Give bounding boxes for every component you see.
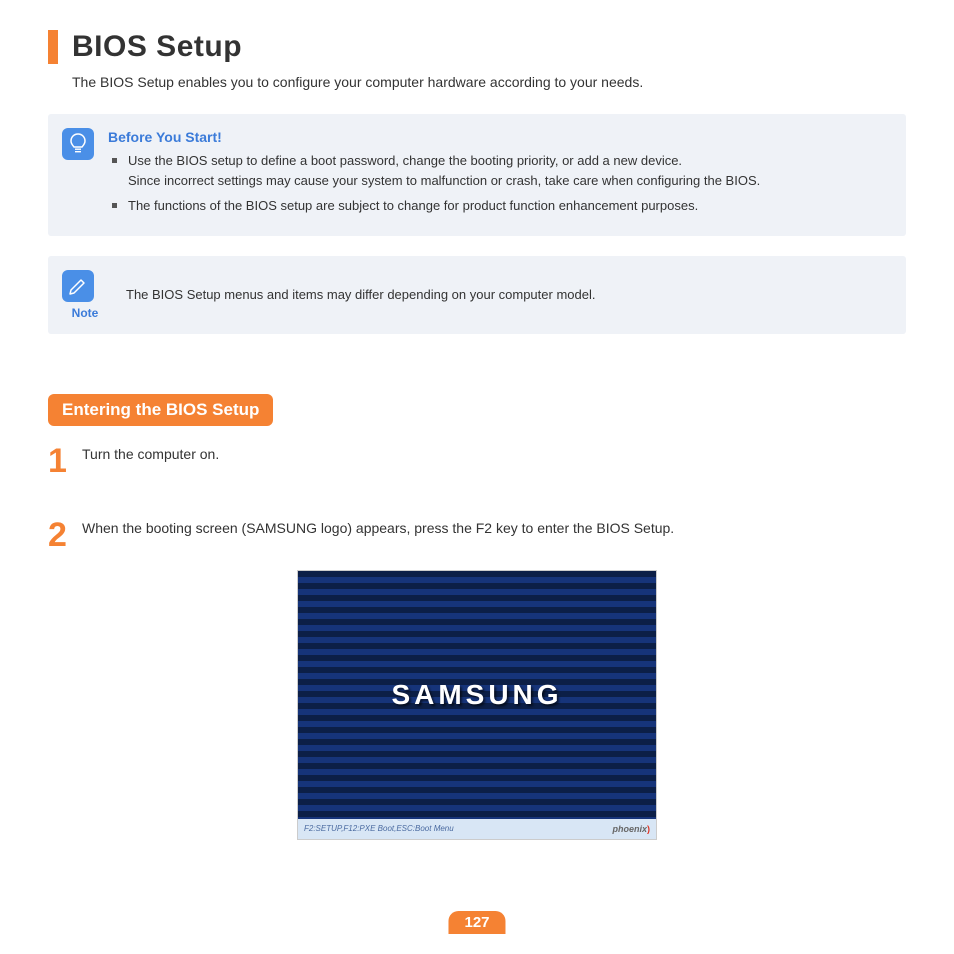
step-text: Turn the computer on. <box>82 444 219 462</box>
note-icon-column: Note <box>62 270 108 320</box>
title-accent-bar <box>48 30 58 64</box>
step-1: 1 Turn the computer on. <box>48 444 906 478</box>
step-number: 2 <box>48 518 80 552</box>
boot-screen-footer: F2:SETUP,F12:PXE Boot,ESC:Boot Menu phoe… <box>298 819 656 839</box>
before-you-start-heading: Before You Start! <box>108 129 888 145</box>
title-row: BIOS Setup <box>48 30 906 64</box>
page-title: BIOS Setup <box>72 30 242 64</box>
step-text: When the booting screen (SAMSUNG logo) a… <box>82 518 674 536</box>
phoenix-logo: phoenix) <box>612 824 650 834</box>
before-you-start-body: Before You Start! Use the BIOS setup to … <box>108 128 888 222</box>
boot-screen-main: SAMSUNG <box>298 571 656 819</box>
before-you-start-callout: Before You Start! Use the BIOS setup to … <box>48 114 906 236</box>
lightbulb-icon <box>62 128 94 160</box>
step-2: 2 When the booting screen (SAMSUNG logo)… <box>48 518 906 552</box>
section-heading: Entering the BIOS Setup <box>48 394 273 426</box>
page-number-wrap: 127 <box>448 911 505 934</box>
pencil-icon <box>62 270 94 302</box>
before-you-start-list: Use the BIOS setup to define a boot pass… <box>108 151 888 216</box>
samsung-logo: SAMSUNG <box>391 679 562 711</box>
intro-text: The BIOS Setup enables you to configure … <box>72 74 906 90</box>
note-text: The BIOS Setup menus and items may diffe… <box>126 287 595 302</box>
list-item: Use the BIOS setup to define a boot pass… <box>112 151 888 190</box>
boot-screen-image: SAMSUNG F2:SETUP,F12:PXE Boot,ESC:Boot M… <box>297 570 657 840</box>
note-label: Note <box>72 306 99 320</box>
boot-footer-keys: F2:SETUP,F12:PXE Boot,ESC:Boot Menu <box>304 824 454 833</box>
note-callout: Note The BIOS Setup menus and items may … <box>48 256 906 334</box>
page-number: 127 <box>448 911 505 934</box>
step-number: 1 <box>48 444 80 478</box>
list-item: The functions of the BIOS setup are subj… <box>112 196 888 216</box>
